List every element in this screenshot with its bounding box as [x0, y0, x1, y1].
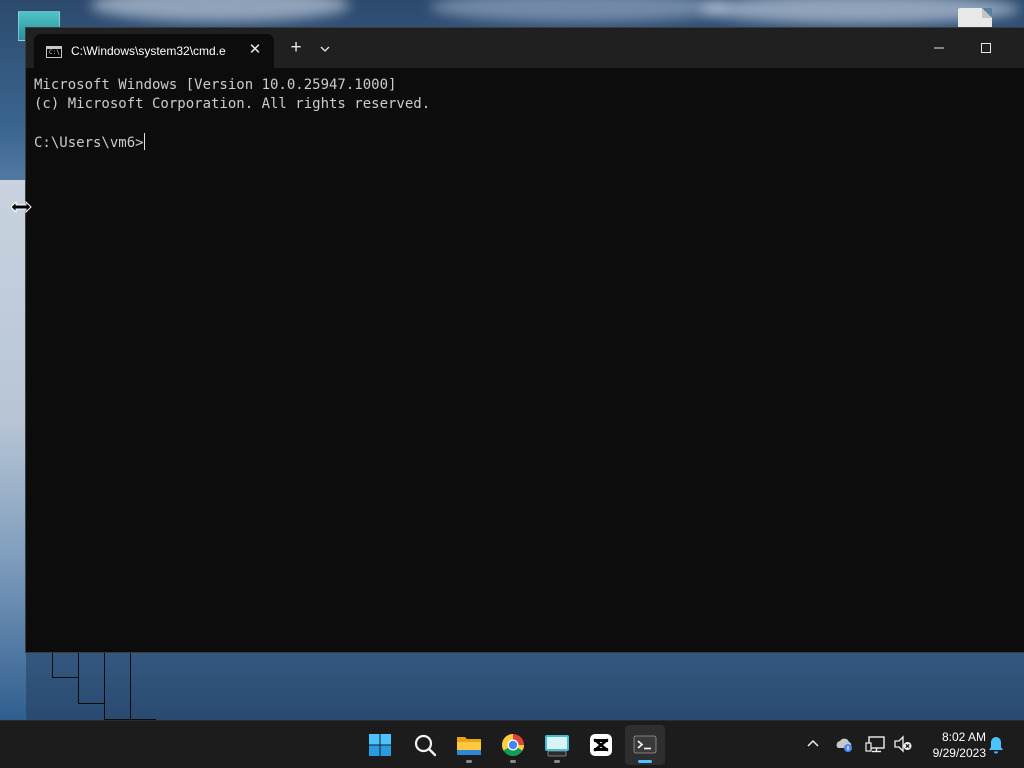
console-output[interactable]: Microsoft Windows [Version 10.0.25947.10…: [34, 76, 1024, 652]
wallpaper-cloud: [430, 0, 730, 22]
clock-time: 8:02 AM: [941, 730, 986, 744]
taskbar-file-explorer[interactable]: [449, 725, 489, 765]
capcut-icon: [590, 734, 612, 756]
volume-muted-icon: [894, 735, 912, 753]
running-indicator: [554, 760, 560, 763]
onedrive-icon: [836, 738, 852, 752]
keyboard-app-icon: [545, 735, 569, 757]
file-explorer-icon: [457, 737, 481, 755]
console-line: (c) Microsoft Corporation. All rights re…: [34, 96, 431, 112]
resize-cursor-icon: [10, 200, 32, 214]
cmd-icon: C:\: [46, 46, 62, 58]
console-prompt-line: C:\Users\vm6>: [34, 133, 1024, 152]
taskbar-keyboard-app[interactable]: [537, 725, 577, 765]
new-tab-button[interactable]: +: [284, 38, 308, 60]
notification-button[interactable]: [985, 734, 1007, 756]
chevron-down-icon: [320, 46, 330, 52]
tab-dropdown-button[interactable]: [314, 38, 336, 60]
windows-start-icon: [369, 734, 391, 756]
terminal-icon: [633, 735, 657, 754]
onedrive-button[interactable]: [833, 733, 857, 755]
console-prompt: C:\Users\vm6>: [34, 135, 144, 151]
taskbar: 8:02 AM 9/29/2023: [0, 720, 1024, 768]
chevron-up-icon: [807, 739, 819, 747]
cmd-icon-glyph: C:\: [49, 49, 60, 56]
network-icon: [865, 736, 885, 753]
terminal-titlebar[interactable]: C:\ C:\Windows\system32\cmd.e ✕ +: [26, 28, 1024, 68]
show-hidden-icons-button[interactable]: [802, 733, 824, 755]
maximize-button[interactable]: [968, 34, 1004, 62]
minimize-button[interactable]: [921, 34, 957, 62]
running-indicator: [638, 760, 652, 763]
clock[interactable]: 8:02 AM 9/29/2023: [922, 729, 986, 761]
taskbar-capcut[interactable]: [581, 725, 621, 765]
start-button[interactable]: [360, 725, 400, 765]
text-cursor: [143, 133, 145, 150]
tab-cmd[interactable]: C:\ C:\Windows\system32\cmd.e ✕: [34, 34, 274, 68]
taskbar-terminal[interactable]: [625, 725, 665, 765]
chrome-icon: [502, 734, 524, 756]
terminal-window[interactable]: C:\ C:\Windows\system32\cmd.e ✕ + Micros…: [25, 27, 1024, 653]
network-button[interactable]: [865, 733, 889, 755]
notification-bell-icon: [989, 737, 1003, 754]
console-line: Microsoft Windows [Version 10.0.25947.10…: [34, 77, 397, 93]
tab-title: C:\Windows\system32\cmd.e: [71, 44, 226, 58]
wallpaper-light-area: [0, 180, 26, 720]
minimize-icon: [934, 47, 944, 49]
taskbar-chrome[interactable]: [493, 725, 533, 765]
running-indicator: [466, 760, 472, 763]
clock-date: 9/29/2023: [932, 746, 986, 760]
window-shadow-steps: [26, 652, 186, 720]
tab-close-button[interactable]: ✕: [245, 40, 265, 60]
search-icon: [414, 734, 437, 757]
running-indicator: [510, 760, 516, 763]
wallpaper-cloud: [90, 0, 350, 22]
search-button[interactable]: [405, 725, 445, 765]
volume-button[interactable]: [891, 733, 915, 755]
maximize-icon: [981, 43, 991, 53]
